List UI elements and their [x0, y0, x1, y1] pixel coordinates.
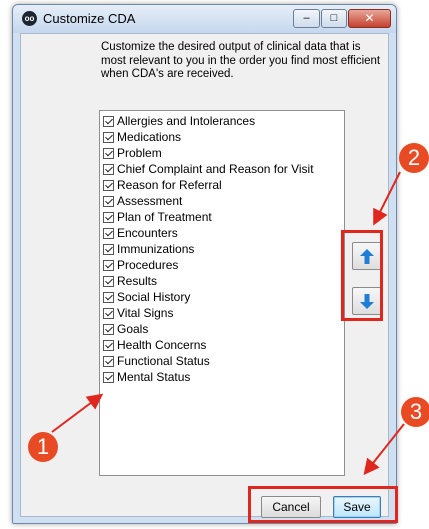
callout-badge-3: 3 — [401, 397, 429, 427]
callout-2-arrow — [373, 171, 401, 226]
callout-badge-1: 1 — [28, 432, 58, 462]
callout-badge-2: 2 — [399, 143, 429, 173]
callout-1-arrow — [51, 393, 104, 433]
callout-3-arrow — [363, 423, 405, 476]
callout-arrows — [51, 171, 405, 476]
